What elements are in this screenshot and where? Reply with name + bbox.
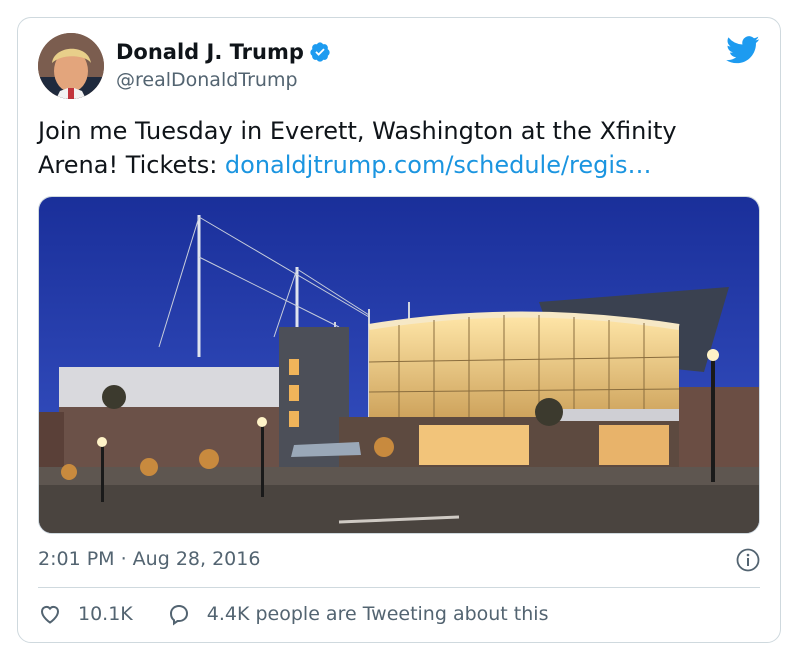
avatar[interactable]: [38, 33, 104, 99]
tweet-timestamp[interactable]: 2:01 PM · Aug 28, 2016: [38, 546, 260, 572]
avatar-image: [38, 33, 104, 99]
tweet-card[interactable]: Donald J. Trump @realDonaldTrump Join me…: [17, 17, 781, 643]
tweet-link[interactable]: donaldjtrump.com/schedule/regis…: [225, 151, 652, 179]
like-count: 10.1K: [78, 603, 133, 625]
tweet-actions: 10.1K 4.4K people are Tweeting about thi…: [38, 602, 548, 626]
divider: [38, 587, 760, 588]
twitter-bird-icon[interactable]: [726, 36, 760, 64]
info-icon[interactable]: [736, 548, 760, 572]
author-name[interactable]: Donald J. Trump: [116, 39, 304, 65]
tweet-image[interactable]: [38, 196, 760, 534]
tweeting-about-button[interactable]: 4.4K people are Tweeting about this: [167, 602, 549, 626]
verified-badge-icon: [310, 42, 330, 62]
arena-photo: [39, 197, 759, 533]
author-handle[interactable]: @realDonaldTrump: [116, 68, 298, 92]
tweeting-count: 4.4K people are Tweeting about this: [206, 603, 549, 625]
heart-icon: [40, 605, 60, 624]
speech-bubble-icon: [169, 604, 188, 626]
tweet-text: Join me Tuesday in Everett, Washington a…: [38, 114, 762, 182]
like-button[interactable]: 10.1K: [38, 602, 133, 626]
